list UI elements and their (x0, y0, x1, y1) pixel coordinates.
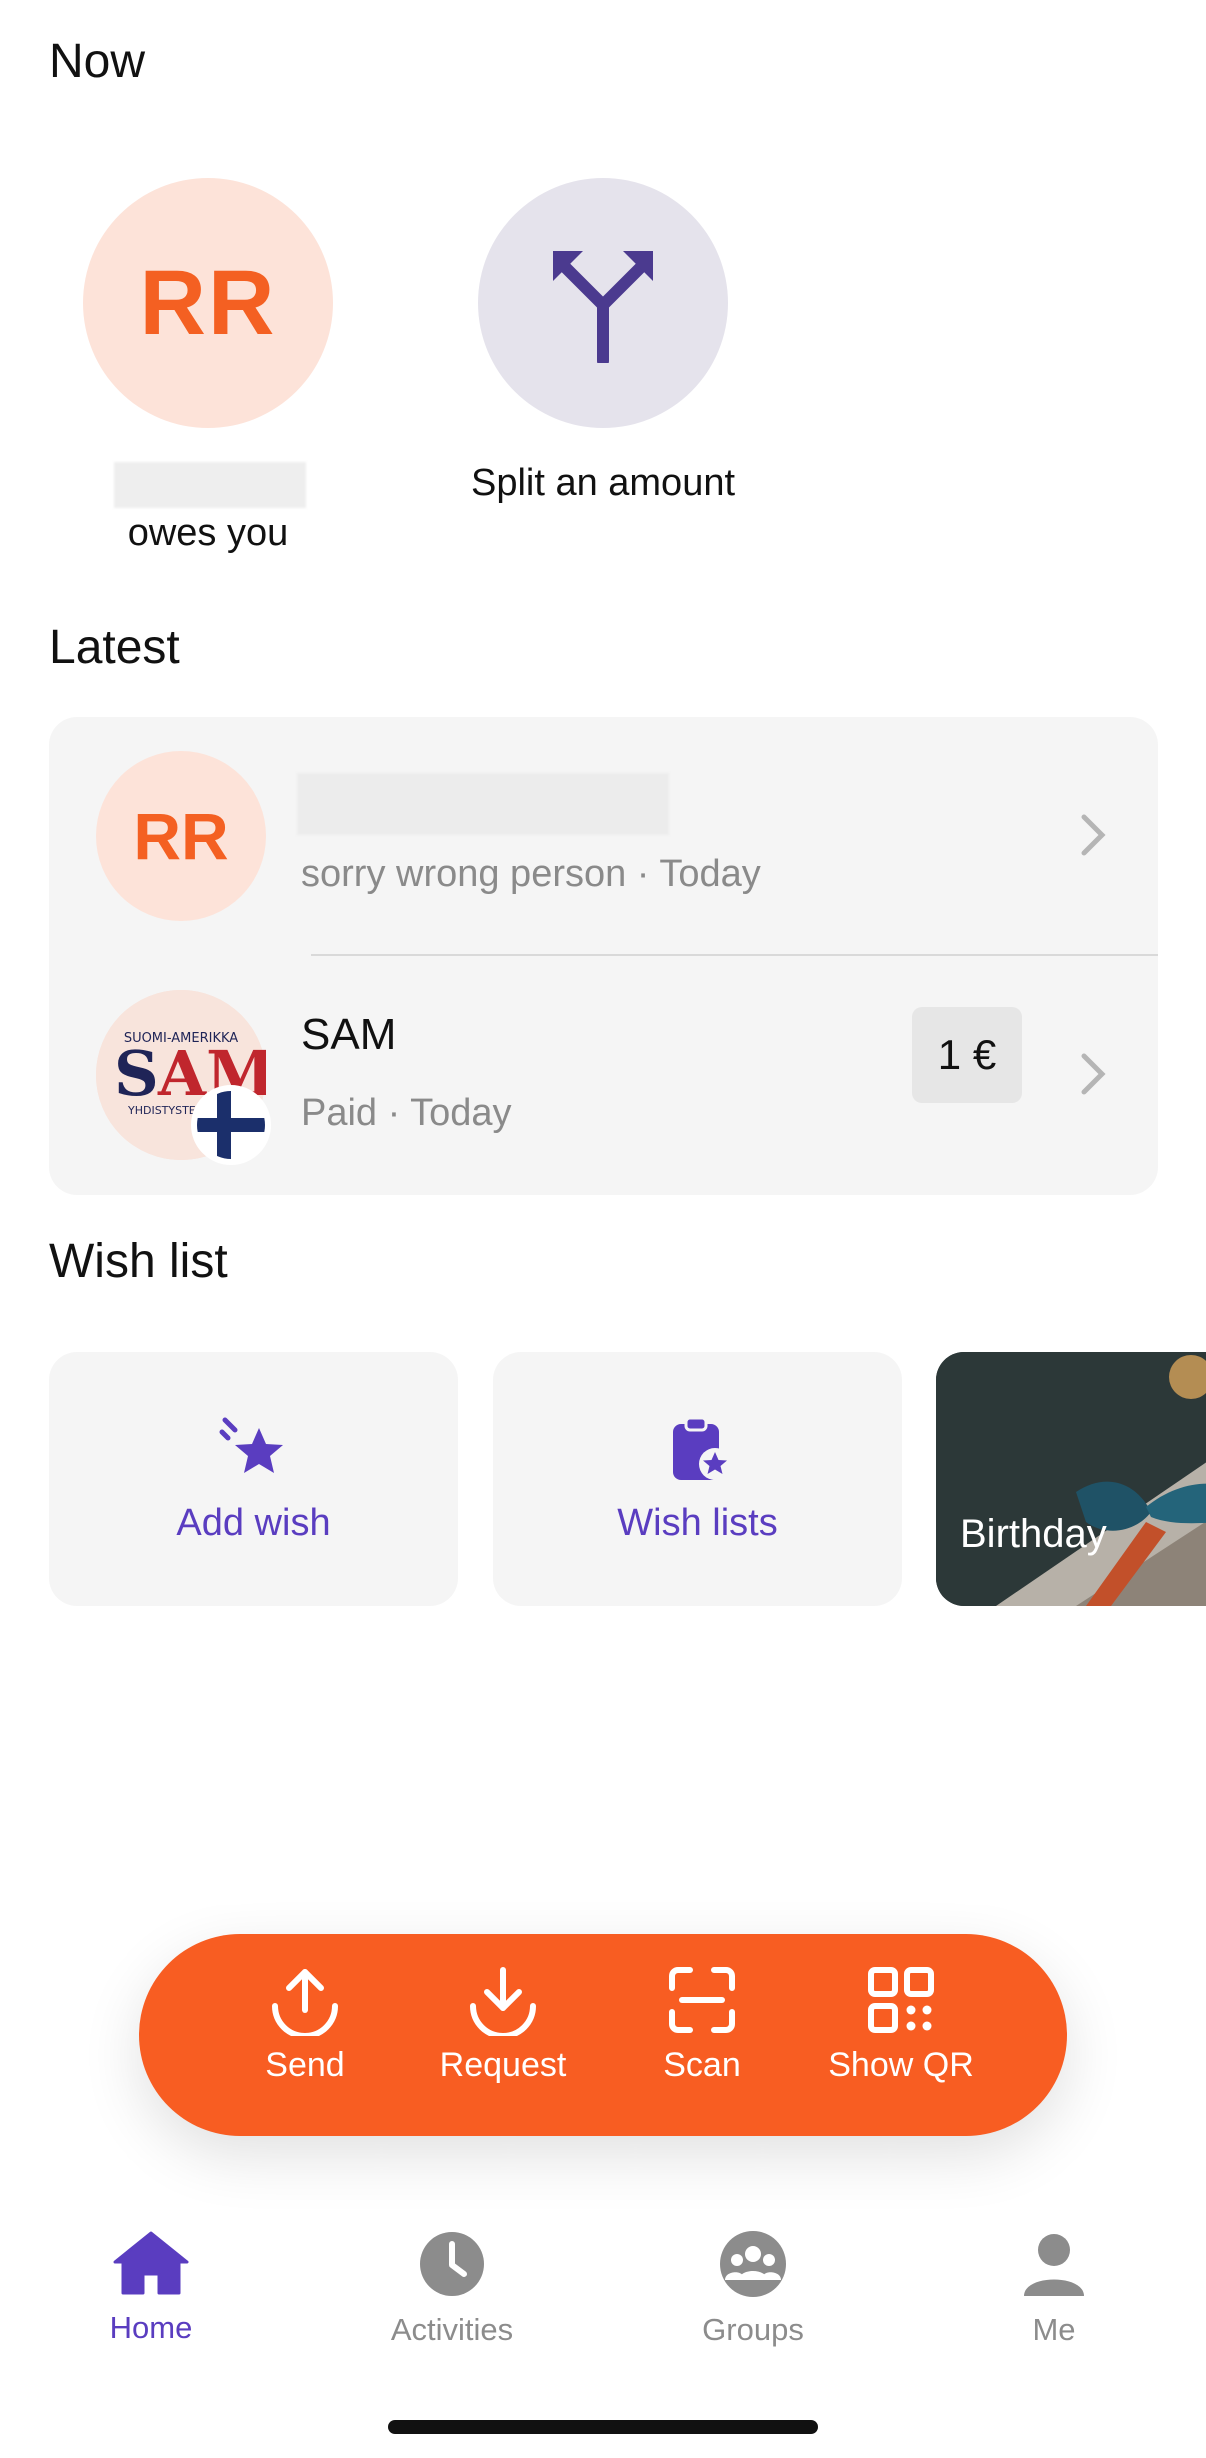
tab-home[interactable]: Home (51, 2230, 251, 2346)
section-title-now: Now (49, 35, 146, 88)
split-icon-circle[interactable] (478, 178, 728, 428)
now-contact[interactable]: RR (83, 178, 333, 428)
amount-badge: 1 € (912, 1007, 1022, 1103)
show-qr-label: Show QR (828, 2046, 974, 2084)
qr-code-icon (868, 1967, 934, 2033)
add-wish-label: Add wish (176, 1501, 331, 1544)
contact-caption: owes you (127, 512, 289, 554)
birthday-label: Birthday (960, 1512, 1107, 1556)
finland-flag-icon (191, 1085, 271, 1165)
row-subtitle: Paid · Today (301, 1092, 512, 1134)
show-qr-button[interactable]: Show QR (811, 1964, 991, 2085)
latest-row[interactable]: RR sorry wrong person · Today (49, 717, 1158, 956)
scan-icon (669, 1967, 735, 2033)
tab-me[interactable]: Me (954, 2230, 1154, 2348)
clipboard-star-icon (672, 1416, 731, 1480)
tab-groups[interactable]: Groups (653, 2230, 853, 2348)
scan-button[interactable]: Scan (612, 1964, 792, 2085)
add-wish-tile[interactable]: Add wish (49, 1352, 458, 1606)
star-sparkle-icon (219, 1417, 283, 1473)
tab-activities[interactable]: Activities (352, 2230, 552, 2348)
split-label: Split an amount (470, 462, 736, 504)
chevron-right-icon (1081, 1053, 1106, 1095)
send-label: Send (265, 2046, 345, 2084)
wish-lists-tile[interactable]: Wish lists (493, 1352, 902, 1606)
section-title-wish-list: Wish list (49, 1235, 228, 1288)
sam-logo-avatar: SUOMI-AMERIKKA S AM YHDISTYSTEN (96, 990, 271, 1165)
chevron-right-icon (1081, 814, 1106, 856)
person-icon (1024, 2234, 1084, 2296)
avatar-initials: RR (133, 799, 229, 873)
latest-row[interactable]: SUOMI-AMERIKKA S AM YHDISTYSTEN SAM Paid (49, 956, 1158, 1195)
section-title-latest: Latest (49, 621, 180, 674)
tab-home-label: Home (109, 2310, 193, 2345)
home-screen: Now RR owes you Split an amount Latest R… (0, 0, 1206, 2458)
split-icon (553, 251, 653, 363)
group-icon (720, 2231, 786, 2297)
tab-me-label: Me (1032, 2312, 1076, 2347)
redacted-name (114, 462, 306, 508)
avatar: RR (96, 751, 266, 921)
home-indicator (388, 2420, 818, 2434)
send-button[interactable]: Send (215, 1964, 395, 2085)
contact-avatar[interactable]: RR (83, 178, 333, 428)
upload-icon (272, 1969, 338, 2036)
tab-activities-label: Activities (390, 2312, 514, 2347)
scan-label: Scan (663, 2046, 741, 2084)
row-subtitle: sorry wrong person · Today (301, 853, 761, 895)
clock-icon (420, 2232, 484, 2296)
request-label: Request (439, 2046, 567, 2084)
request-button[interactable]: Request (413, 1964, 593, 2085)
split-amount-shortcut[interactable] (478, 178, 728, 428)
home-icon (113, 2231, 189, 2295)
redacted-title (297, 773, 669, 835)
latest-card: RR sorry wrong person · Today SUOMI-AMER… (49, 717, 1158, 1195)
quick-actions-bar: Send Request Scan Show QR (139, 1934, 1067, 2136)
tab-groups-label: Groups (702, 2312, 804, 2347)
svg-text:S: S (114, 1037, 159, 1110)
wish-lists-label: Wish lists (617, 1501, 778, 1544)
row-title: SAM (301, 1010, 397, 1059)
contact-initials: RR (139, 251, 277, 354)
gift-photo-image (936, 1352, 1206, 1606)
birthday-tile[interactable]: Birthday (936, 1352, 1206, 1606)
download-icon (470, 1967, 536, 2036)
